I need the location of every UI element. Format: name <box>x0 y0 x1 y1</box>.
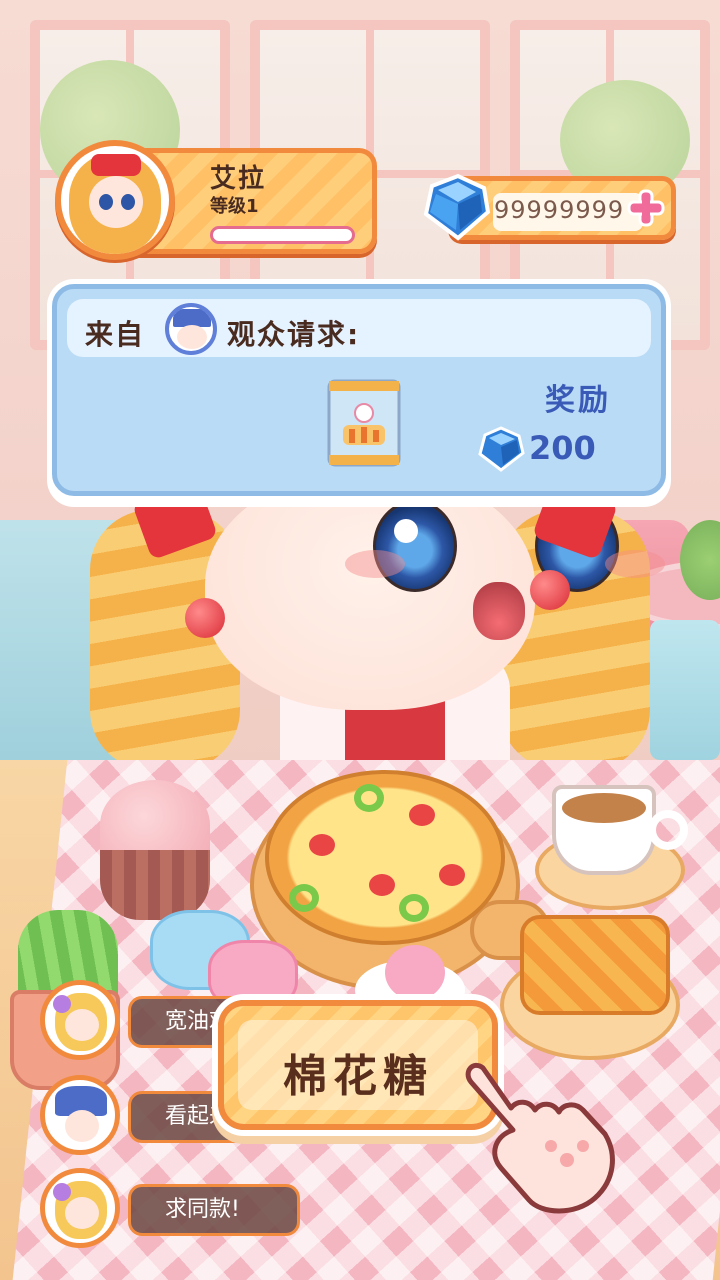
xp-bar <box>210 226 355 244</box>
player-card[interactable]: 艾拉 等级1 <box>55 140 380 260</box>
snack-bag-icon <box>327 379 401 467</box>
cherry-icon <box>530 570 570 610</box>
apple-pie[interactable] <box>520 915 670 1015</box>
avatar-face <box>65 1009 99 1041</box>
pizza[interactable] <box>265 770 505 945</box>
gem-count: 99999999 <box>494 196 625 224</box>
pointer-hand-icon <box>465 1062 615 1214</box>
mouth <box>473 582 525 640</box>
pepper-topping <box>289 884 319 912</box>
reward-label: 奖励 <box>545 383 611 418</box>
tomato-topping <box>309 834 335 856</box>
pepper-topping <box>399 894 429 922</box>
cherry-icon <box>185 598 225 638</box>
answer-label: 棉花糖 <box>283 1051 433 1102</box>
blush <box>605 550 665 578</box>
eye-left <box>373 500 457 592</box>
tomato-topping <box>369 874 395 896</box>
requester-avatar <box>165 303 217 355</box>
request-from-label: 来自 <box>85 318 146 351</box>
plus-icon[interactable] <box>626 188 666 228</box>
reward-value: 200 <box>529 429 596 467</box>
chat-avatar <box>40 980 120 1060</box>
avatar-face <box>65 1197 99 1229</box>
tomato-topping <box>409 804 435 826</box>
player-level: 等级1 <box>210 196 259 217</box>
blush <box>345 550 405 578</box>
avatar-eye <box>99 194 113 210</box>
audience-request-panel: 来自 观众请求: 奖励 200 <box>52 284 666 496</box>
requester-face <box>177 325 207 349</box>
avatar-face <box>65 1110 99 1142</box>
diamond-icon <box>423 173 491 241</box>
tomato-topping <box>439 864 465 886</box>
chat-avatar <box>40 1168 120 1248</box>
latte-art <box>562 793 646 823</box>
face <box>205 470 665 710</box>
player-name: 艾拉 <box>210 164 267 194</box>
chat-message: 求同款! <box>40 1168 320 1248</box>
cafe-table-base <box>650 620 720 760</box>
pepper-topping <box>354 784 384 812</box>
request-text: 观众请求: <box>227 318 361 351</box>
customer-character <box>90 470 665 770</box>
avatar-bow <box>91 154 141 176</box>
avatar-eye <box>121 194 135 210</box>
chat-bubble: 求同款! <box>128 1184 300 1236</box>
bunny-marshmallow[interactable] <box>385 945 445 1000</box>
chat-avatar <box>40 1075 120 1155</box>
cup-handle <box>648 810 688 850</box>
player-avatar[interactable] <box>55 140 175 260</box>
diamond-icon <box>478 426 525 472</box>
